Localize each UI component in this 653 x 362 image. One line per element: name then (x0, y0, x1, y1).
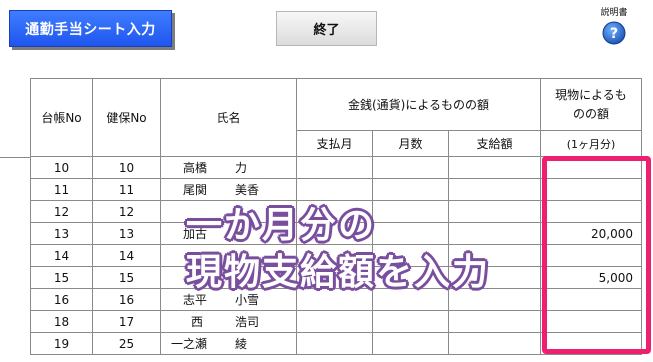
ledger-no-cell: 14 (30, 244, 93, 267)
given-name: 力 (235, 161, 248, 175)
insurance-no-cell: 10 (92, 156, 161, 179)
end-button[interactable]: 終了 (276, 11, 377, 46)
months-cell[interactable] (372, 178, 449, 201)
insurance-no-cell: 25 (92, 332, 161, 355)
ledger-no-cell: 19 (30, 332, 93, 355)
payment-month-cell[interactable] (296, 332, 373, 355)
given-name: 綾 (235, 337, 248, 351)
overlay-caption-line2: 現物支給額を入力 (186, 252, 491, 293)
header-goods-line2: のの額 (572, 106, 609, 121)
pay-amount-cell[interactable] (448, 156, 541, 179)
given-name: 小雪 (235, 293, 260, 307)
header-goods-unit: (1ヶ月分) (540, 130, 642, 157)
surname: 西 (191, 315, 204, 329)
payment-month-cell[interactable] (296, 310, 373, 333)
months-cell[interactable] (372, 222, 449, 245)
pay-amount-cell[interactable] (448, 200, 541, 223)
insurance-no-cell: 12 (92, 200, 161, 223)
ledger-no-cell: 16 (30, 288, 93, 311)
header-name: 氏名 (160, 78, 297, 157)
name-cell: 一之瀬 綾 (160, 332, 297, 355)
months-cell[interactable] (372, 310, 449, 333)
header-money-group: 金銭(通貨)によるものの額 (296, 78, 541, 131)
insurance-no-cell: 14 (92, 244, 161, 267)
header-insurance-no: 健保No (92, 78, 161, 157)
pay-amount-cell[interactable] (448, 310, 541, 333)
highlight-goods-column (542, 156, 651, 354)
name-cell: 西 浩司 (160, 310, 297, 333)
ledger-no-cell: 15 (30, 266, 93, 289)
name-cell: 高橋 力 (160, 156, 297, 179)
header-goods: 現物によるも のの額 (540, 78, 642, 131)
ledger-no-cell: 12 (30, 200, 93, 223)
months-cell[interactable] (372, 200, 449, 223)
title-button[interactable]: 通勤手当シート入力 (9, 10, 172, 47)
insurance-no-cell: 15 (92, 266, 161, 289)
overlay-caption-line1: 一か月分の (186, 205, 377, 246)
header-goods-line1: 現物によるも (555, 87, 627, 102)
given-name: 美香 (235, 183, 260, 197)
surname: 一之瀬 (171, 337, 208, 351)
sheet-row-divider (0, 157, 30, 158)
payment-month-cell[interactable] (296, 156, 373, 179)
months-cell[interactable] (372, 332, 449, 355)
header-payment-month: 支払月 (296, 130, 373, 157)
ledger-no-cell: 10 (30, 156, 93, 179)
help-icon: ? (602, 21, 626, 45)
insurance-no-cell: 16 (92, 288, 161, 311)
svg-text:?: ? (610, 26, 618, 42)
header-pay-amount: 支給額 (448, 130, 541, 157)
pay-amount-cell[interactable] (448, 332, 541, 355)
pay-amount-cell[interactable] (448, 178, 541, 201)
help-label: 説明書 (600, 8, 628, 18)
ledger-no-cell: 13 (30, 222, 93, 245)
insurance-no-cell: 13 (92, 222, 161, 245)
insurance-no-cell: 17 (92, 310, 161, 333)
pay-amount-cell[interactable] (448, 222, 541, 245)
help-button[interactable]: 説明書 ? (594, 8, 634, 45)
ledger-no-cell: 18 (30, 310, 93, 333)
surname: 高橋 (183, 161, 208, 175)
header-ledger-no: 台帳No (30, 78, 93, 157)
header-months: 月数 (372, 130, 449, 157)
given-name: 浩司 (235, 315, 260, 329)
months-cell[interactable] (372, 156, 449, 179)
ledger-no-cell: 11 (30, 178, 93, 201)
insurance-no-cell: 11 (92, 178, 161, 201)
